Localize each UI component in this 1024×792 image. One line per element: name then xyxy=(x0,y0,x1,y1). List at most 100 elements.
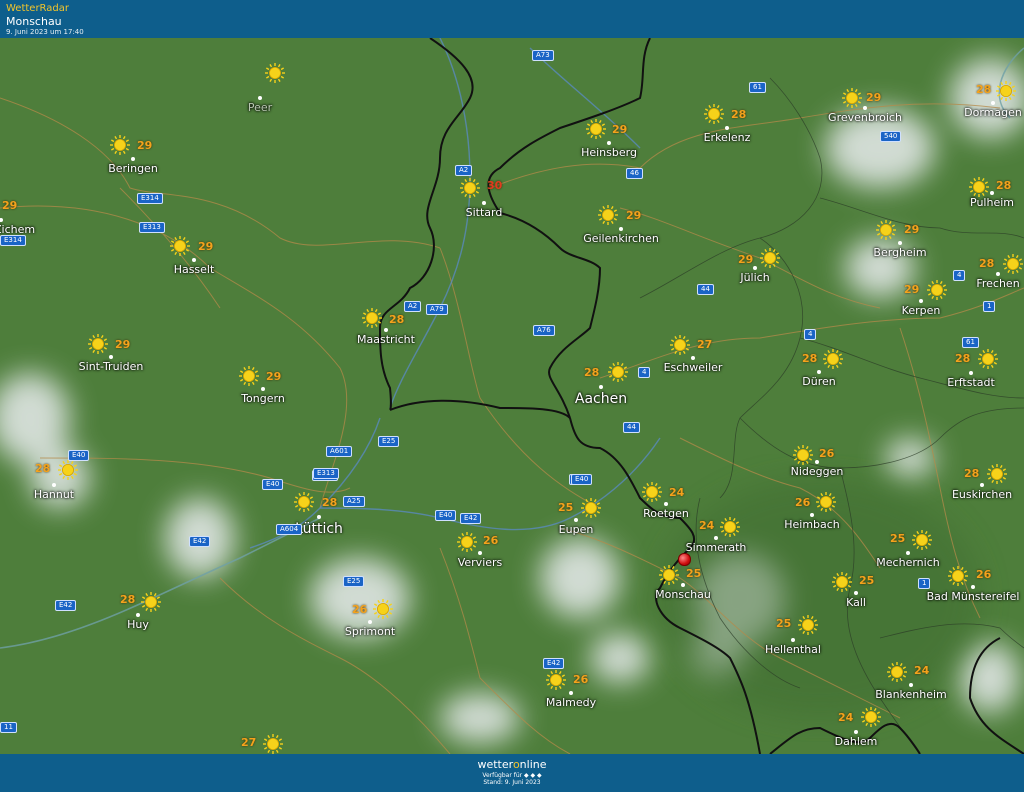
city-dot-blankenheim xyxy=(909,683,913,687)
sun-icon xyxy=(597,204,619,226)
city-dot-maastricht xyxy=(384,328,388,332)
city-label-hasselt[interactable]: Hasselt xyxy=(174,263,215,276)
city-dot-aachen xyxy=(599,385,603,389)
city-label-roetgen[interactable]: Roetgen xyxy=(643,507,689,520)
city-label-sint-truiden[interactable]: Sint-Truiden xyxy=(79,360,144,373)
city-label-bergheim[interactable]: Bergheim xyxy=(873,246,926,259)
city-dot-erftstadt xyxy=(969,371,973,375)
city-dot-eupen xyxy=(574,518,578,522)
data-stand: Stand: 9. Juni 2023 xyxy=(483,779,541,786)
sun-icon xyxy=(607,361,629,383)
road-shield: A604 xyxy=(276,524,303,535)
sun-icon xyxy=(238,365,260,387)
road-shield: E313 xyxy=(313,468,339,479)
road-shield: E42 xyxy=(189,536,211,547)
city-dot-roetgen xyxy=(664,502,668,506)
temperature-avel-zichem: 29 xyxy=(2,199,18,212)
city-dot-monschau xyxy=(681,583,685,587)
city-dot-frechen xyxy=(996,272,1000,276)
sun-icon xyxy=(57,459,79,481)
temperature-beringen: 29 xyxy=(137,139,153,152)
city-label-mechernich[interactable]: Mechernich xyxy=(876,556,939,569)
city-label-erftstadt[interactable]: Erftstadt xyxy=(947,376,995,389)
city-dot-hannut xyxy=(52,483,56,487)
city-label-simmerath[interactable]: Simmerath xyxy=(686,541,747,554)
city-label-bad-m-nstereifel[interactable]: Bad Münstereifel xyxy=(927,590,1020,603)
road-shield: E40 xyxy=(435,510,457,521)
city-label-monschau[interactable]: Monschau xyxy=(655,588,711,601)
temperature-heinsberg: 29 xyxy=(612,123,628,136)
city-label-erkelenz[interactable]: Erkelenz xyxy=(704,131,751,144)
app-footer: wetteronline Verfügbar für ◆ ◆ ◆ Stand: … xyxy=(0,754,1024,792)
city-dot-tongern xyxy=(261,387,265,391)
sun-icon xyxy=(87,333,109,355)
sun-icon xyxy=(841,87,863,109)
sun-icon xyxy=(293,491,315,513)
city-label-grevenbroich[interactable]: Grevenbroich xyxy=(828,111,902,124)
city-label-peer[interactable]: Peer xyxy=(248,101,272,114)
city-label-dormagen[interactable]: Dormagen xyxy=(964,106,1022,119)
city-label-nideggen[interactable]: Nideggen xyxy=(791,465,844,478)
temperature-hasselt: 29 xyxy=(198,240,214,253)
road-shield: 61 xyxy=(749,82,766,93)
temperature-dahlem: 24 xyxy=(838,711,854,724)
temperature-tongern: 29 xyxy=(266,370,282,383)
temperature-j-lich: 29 xyxy=(738,253,754,266)
city-label-frechen[interactable]: Frechen xyxy=(976,277,1019,290)
temperature-maastricht: 28 xyxy=(389,313,405,326)
city-label-kall[interactable]: Kall xyxy=(846,596,866,609)
road-shield: E42 xyxy=(543,658,565,669)
sun-icon xyxy=(641,481,663,503)
sun-icon xyxy=(947,565,969,587)
road-shield: E42 xyxy=(460,513,482,524)
city-label-maastricht[interactable]: Maastricht xyxy=(357,333,415,346)
city-label-tongern[interactable]: Tongern xyxy=(241,392,285,405)
city-label-malmedy[interactable]: Malmedy xyxy=(546,696,596,709)
temperature-simmerath: 24 xyxy=(699,519,715,532)
map-background xyxy=(0,38,1024,754)
weather-map[interactable]: PeerBeringen29avel-Zichem29Hasselt29Sitt… xyxy=(0,38,1024,754)
temperature-sittard: 30 xyxy=(487,179,503,192)
city-label-verviers[interactable]: Verviers xyxy=(458,556,503,569)
city-label-aachen[interactable]: Aachen xyxy=(575,391,627,407)
temperature-sint-truiden: 29 xyxy=(115,338,131,351)
temperature-euskirchen: 28 xyxy=(964,467,980,480)
city-label-d-ren[interactable]: Düren xyxy=(802,375,835,388)
city-label-dahlem[interactable]: Dahlem xyxy=(835,735,878,748)
timestamp: 9. Juni 2023 um 17:40 xyxy=(6,28,84,36)
brand-logo[interactable]: wetteronline xyxy=(0,754,1024,772)
city-label-j-lich[interactable]: Jülich xyxy=(740,271,769,284)
sun-icon xyxy=(0,194,1,216)
city-label-hellenthal[interactable]: Hellenthal xyxy=(765,643,821,656)
temperature-dormagen: 28 xyxy=(976,83,992,96)
sun-icon xyxy=(797,614,819,636)
sun-icon xyxy=(926,279,948,301)
city-label-heimbach[interactable]: Heimbach xyxy=(784,518,840,531)
city-label-l-ttich[interactable]: Lüttich xyxy=(295,521,343,537)
road-shield: 61 xyxy=(962,337,979,348)
location-title: Monschau xyxy=(6,15,62,28)
road-shield: E40 xyxy=(68,450,90,461)
road-shield: A25 xyxy=(343,496,365,507)
city-label-huy[interactable]: Huy xyxy=(127,618,149,631)
sun-icon xyxy=(456,531,478,553)
city-label-sittard[interactable]: Sittard xyxy=(466,206,503,219)
city-label-hannut[interactable]: Hannut xyxy=(34,488,74,501)
city-dot-j-lich xyxy=(753,266,757,270)
city-label-eschweiler[interactable]: Eschweiler xyxy=(664,361,723,374)
city-label-euskirchen[interactable]: Euskirchen xyxy=(952,488,1012,501)
city-label-eupen[interactable]: Eupen xyxy=(559,523,594,536)
location-pin-icon[interactable] xyxy=(678,553,691,566)
sun-icon xyxy=(658,564,680,586)
temperature-pulheim: 28 xyxy=(996,179,1012,192)
city-label-geilenkirchen[interactable]: Geilenkirchen xyxy=(583,232,659,245)
city-label-kerpen[interactable]: Kerpen xyxy=(902,304,941,317)
city-label-blankenheim[interactable]: Blankenheim xyxy=(875,688,947,701)
city-dot-pulheim xyxy=(990,191,994,195)
city-dot-hellenthal xyxy=(791,638,795,642)
city-label-beringen[interactable]: Beringen xyxy=(108,162,158,175)
city-label-heinsberg[interactable]: Heinsberg xyxy=(581,146,637,159)
city-label-sprimont[interactable]: Sprimont xyxy=(345,625,395,638)
sun-icon xyxy=(815,491,837,513)
sun-icon xyxy=(264,62,286,84)
